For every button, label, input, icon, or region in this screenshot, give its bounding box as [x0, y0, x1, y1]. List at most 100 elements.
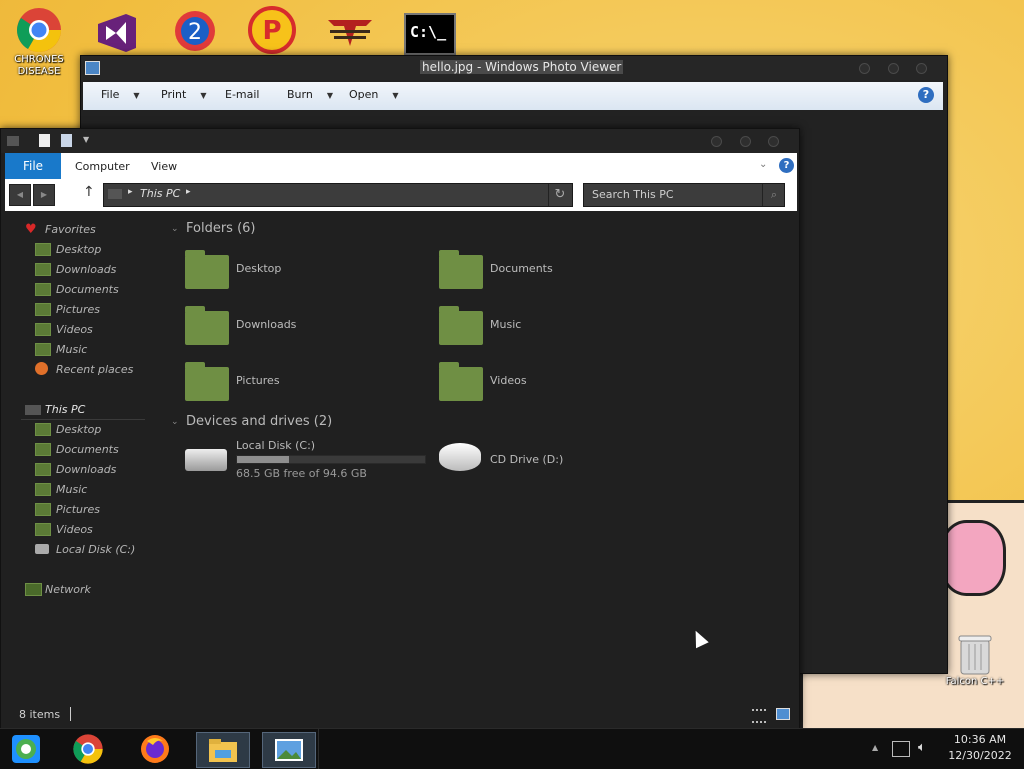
game-p-icon: P: [248, 6, 296, 54]
sidebar-item-videos[interactable]: Videos: [56, 523, 93, 536]
tab-computer[interactable]: Computer: [75, 160, 130, 173]
tab-file[interactable]: File: [5, 153, 61, 179]
drive-usage-fill: [237, 456, 289, 463]
sidebar-item-music[interactable]: Music: [56, 343, 87, 356]
customize-arrow-icon[interactable]: ▼: [83, 135, 89, 144]
drive-item[interactable]: CD Drive (D:): [439, 439, 669, 479]
photo-viewer-app-icon: [85, 61, 100, 75]
sidebar-item-recent-places[interactable]: Recent places: [56, 363, 133, 376]
new-folder-icon[interactable]: [61, 134, 72, 147]
help-icon[interactable]: ?: [918, 87, 934, 103]
sidebar-item-pictures[interactable]: Pictures: [56, 303, 100, 316]
sidebar-item-videos[interactable]: Videos: [56, 323, 93, 336]
back-button[interactable]: ◀: [9, 184, 31, 206]
folder-item[interactable]: Documents: [439, 250, 669, 291]
sidebar-item-pictures[interactable]: Pictures: [56, 503, 100, 516]
sidebar-item-desktop[interactable]: Desktop: [56, 243, 101, 256]
taskbar-photo-viewer[interactable]: [262, 732, 316, 768]
close-button[interactable]: [916, 63, 927, 74]
desktop-icon-game-p[interactable]: P: [248, 6, 296, 54]
sidebar-item-documents[interactable]: Documents: [56, 283, 119, 296]
desktop-icon: [35, 243, 51, 256]
desktop-icon-game-2[interactable]: 2: [172, 8, 218, 54]
taskbar-chrome[interactable]: [66, 732, 110, 766]
drive-label: Local Disk (C:): [236, 439, 316, 452]
desktop-icon-eagle[interactable]: [326, 12, 374, 52]
properties-icon[interactable]: [39, 134, 50, 147]
sidebar-item-local-disk[interactable]: Local Disk (C:): [56, 543, 135, 556]
quick-access-icon[interactable]: [7, 136, 19, 146]
search-icon[interactable]: ⌕: [762, 184, 785, 206]
ribbon-expand-icon[interactable]: ⌄: [759, 159, 767, 170]
menu-email[interactable]: E-mail: [225, 88, 260, 101]
maximize-button[interactable]: [888, 63, 899, 74]
taskbar-firefox[interactable]: [133, 732, 177, 766]
taskbar-clock[interactable]: 10:36 AM 12/30/2022: [940, 732, 1020, 764]
visual-studio-icon: [98, 14, 136, 52]
chrome-icon: [15, 6, 63, 54]
folder-item[interactable]: Music: [439, 306, 669, 347]
chrome-icon: [73, 734, 103, 764]
desktop-icon-label: CHRONES DISEASE: [14, 54, 64, 77]
drive-label: CD Drive (D:): [490, 453, 564, 466]
forward-button[interactable]: ▶: [33, 184, 55, 206]
address-bar[interactable]: ▸ This PC ▸ ↻: [103, 183, 573, 207]
explorer-window[interactable]: ▼ File Computer View ⌄ ? ◀ ▶ ↑ ▸ This PC…: [0, 128, 800, 730]
sidebar-item-downloads[interactable]: Downloads: [56, 263, 116, 276]
desktop-icon-recycle-bin[interactable]: Falcon C++: [940, 632, 1010, 688]
drive-item[interactable]: Local Disk (C:) 68.5 GB free of 94.6 GB: [185, 439, 427, 480]
folder-item[interactable]: Downloads: [185, 306, 415, 347]
downloads-icon: [35, 463, 51, 476]
minimize-button[interactable]: [711, 136, 722, 147]
network-icon[interactable]: [892, 741, 910, 757]
maximize-button[interactable]: [740, 136, 751, 147]
collapse-icon[interactable]: ⌄: [171, 417, 179, 427]
sidebar-this-pc[interactable]: This PC: [45, 403, 85, 416]
start-button[interactable]: [4, 732, 48, 766]
sidebar-item-music[interactable]: Music: [56, 483, 87, 496]
photo-viewer-title: hello.jpg - Windows Photo Viewer: [420, 60, 624, 74]
taskbar-file-explorer[interactable]: [196, 732, 250, 768]
pictures-icon: [35, 503, 51, 516]
videos-icon: [35, 523, 51, 536]
photo-viewer-titlebar[interactable]: hello.jpg - Windows Photo Viewer: [81, 56, 947, 80]
folder-item[interactable]: Pictures: [185, 362, 415, 403]
recent-places-icon: [35, 362, 48, 375]
documents-icon: [35, 283, 51, 296]
sidebar-item-desktop[interactable]: Desktop: [56, 423, 101, 436]
recycle-bin-icon: [957, 632, 993, 676]
folder-label: Videos: [490, 374, 527, 387]
sidebar-favorites[interactable]: Favorites: [45, 223, 96, 236]
navigation-bar: ◀ ▶ ↑ ▸ This PC ▸ ↻ Search This PC ⌕: [5, 179, 797, 211]
folder-item[interactable]: Desktop: [185, 250, 415, 291]
sidebar-selection: [21, 419, 145, 420]
folder-item[interactable]: Videos: [439, 362, 669, 403]
sidebar-network[interactable]: Network: [45, 583, 91, 596]
desktop-icon-command-prompt[interactable]: C:\_: [404, 13, 456, 55]
folder-label: Documents: [490, 262, 553, 275]
minimize-button[interactable]: [859, 63, 870, 74]
menu-open[interactable]: Open ▼: [349, 88, 399, 101]
desktop-icon-visual-studio[interactable]: [94, 10, 140, 56]
up-arrow-icon[interactable]: ↑: [83, 184, 95, 200]
menu-file[interactable]: File ▼: [101, 88, 140, 101]
desktop-icon-chrome[interactable]: CHRONES DISEASE: [4, 6, 74, 78]
volume-icon[interactable]: 🔈︎: [918, 740, 926, 755]
sidebar-item-downloads[interactable]: Downloads: [56, 463, 116, 476]
menu-print[interactable]: Print ▼: [161, 88, 206, 101]
breadcrumb-arrow-icon: ▸: [186, 187, 191, 197]
help-icon[interactable]: ?: [779, 158, 794, 173]
tab-view[interactable]: View: [151, 160, 177, 173]
collapse-icon[interactable]: ⌄: [171, 224, 179, 234]
sidebar-item-documents[interactable]: Documents: [56, 443, 119, 456]
search-input[interactable]: Search This PC ⌕: [583, 183, 785, 207]
desktop-folder-icon: [185, 250, 229, 289]
breadcrumb-arrow-icon: ▸: [128, 187, 133, 197]
details-view-icon[interactable]: [752, 709, 766, 723]
menu-burn[interactable]: Burn ▼: [287, 88, 333, 101]
close-button[interactable]: [768, 136, 779, 147]
explorer-titlebar[interactable]: ▼: [1, 129, 799, 153]
refresh-icon[interactable]: ↻: [548, 184, 571, 206]
show-hidden-icons-arrow[interactable]: ▲: [872, 743, 878, 752]
large-icons-view-icon[interactable]: [776, 708, 790, 720]
